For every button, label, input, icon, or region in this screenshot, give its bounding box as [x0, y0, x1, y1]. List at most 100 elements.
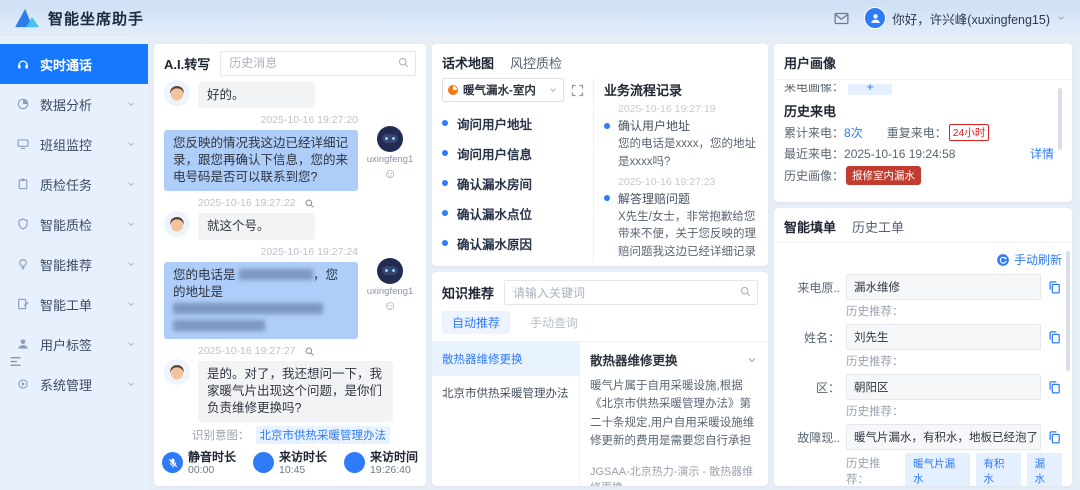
user-profile-panel: 用户画像 来电画像： + 历史来电 累计来电： 8次 重复来电： 24小时	[774, 44, 1072, 202]
smiley-icon[interactable]: ☺	[383, 299, 396, 312]
sidebar-item-智能质检[interactable]: 智能质检	[0, 204, 148, 244]
zoom-in-icon[interactable]	[304, 346, 315, 357]
smiley-icon[interactable]: ☺	[383, 167, 396, 180]
stat-label: 来访时间	[370, 450, 418, 464]
copy-icon[interactable]	[1047, 430, 1062, 445]
tab-smart-ticket[interactable]: 智能填单	[784, 217, 836, 236]
tab-ai-transcribe[interactable]: A.I.转写	[164, 54, 210, 73]
flow-record: 2025-10-16 19:27:19确认用户地址您的电话是xxxx，您的地址是…	[604, 103, 758, 172]
manual-refresh-button[interactable]: 手动刷新	[784, 251, 1062, 268]
add-portrait-button[interactable]: +	[848, 84, 892, 95]
sidebar-item-班组监控[interactable]: 班组监控	[0, 124, 148, 164]
keyword-search-input[interactable]	[504, 280, 758, 305]
stat-label: 来访时长	[279, 450, 327, 464]
sidebar-item-智能工单[interactable]: 智能工单	[0, 284, 148, 324]
call-stats: 静音时长00:00来访时长10:45来访时间19:26:40	[154, 444, 426, 486]
message-bubble: 是的。对了，我还想问一下，我家暖气片出现这个问题，是你们负责维修更换吗?	[198, 361, 393, 422]
stat-value: 00:00	[188, 464, 236, 477]
intent-row: 识别意图： 北京市供热采暖管理办法	[154, 426, 426, 444]
mail-icon[interactable]	[833, 10, 850, 27]
knowledge-item[interactable]: 北京市供热采暖管理办法	[432, 376, 579, 410]
message-bubble: 就这个号。	[198, 213, 315, 240]
script-step[interactable]: 确认漏水房间	[442, 168, 585, 198]
sidebar-collapse-icon[interactable]	[8, 354, 23, 369]
field-label: 来电原..	[784, 279, 840, 296]
script-step[interactable]: 询问用户信息	[442, 138, 585, 168]
tab-script-map[interactable]: 话术地图	[442, 53, 494, 72]
stat-value: 19:26:40	[370, 464, 418, 477]
scrollbar[interactable]	[1066, 251, 1070, 371]
message-time: 2025-10-16 19:27:24	[261, 246, 359, 258]
sidebar-item-数据分析[interactable]: 数据分析	[0, 84, 148, 124]
tab-auto-recommend[interactable]: 自动推荐	[442, 311, 510, 334]
sidebar-item-系统管理[interactable]: 系统管理	[0, 364, 148, 404]
knowledge-item[interactable]: 散热器维修更换	[432, 342, 579, 376]
script-step[interactable]: 确认漏水原因	[442, 228, 585, 258]
clipboard-icon	[16, 177, 30, 191]
bulb-icon	[16, 257, 30, 271]
field-input[interactable]: 漏水维修	[846, 274, 1041, 300]
scenario-select[interactable]: 暖气漏水-室内	[442, 78, 564, 102]
smart-ticket-panel: 智能填单 历史工单 手动刷新 来电原..漏水维修历史推荐：姓名：刘先生历史推荐：…	[774, 208, 1072, 486]
chat-message: 2025-10-16 19:27:18好的。	[164, 80, 416, 108]
flow-records: 2025-10-16 19:27:19确认用户地址您的电话是xxxx，您的地址是…	[604, 103, 758, 262]
message-time: 2025-10-16 19:27:27	[198, 345, 296, 357]
sidebar-item-智能推荐[interactable]: 智能推荐	[0, 244, 148, 284]
agent-name: uxingfeng1	[367, 286, 413, 297]
record-time: 2025-10-16 19:27:19	[604, 103, 758, 115]
search-icon[interactable]	[397, 56, 410, 74]
history-tag[interactable]: 暖气片漏水	[905, 453, 969, 486]
sidebar-nav: 实时通话数据分析班组监控质检任务智能质检智能推荐智能工单用户标签系统管理	[0, 44, 148, 404]
script-step[interactable]: 确认漏水点位	[442, 198, 585, 228]
message-bubble: 您反映的情况我这边已经详细记录，跟您再确认下信息，您的来电号码是否可以联系到您?	[164, 130, 358, 191]
scenario-status-icon	[448, 85, 458, 95]
doc-edit-icon	[16, 297, 30, 311]
agent-bot-avatar	[377, 126, 403, 152]
field-input[interactable]: 朝阳区	[846, 374, 1041, 400]
chat-message: 2025-10-16 19:27:27 是的。对了，我还想问一下，我家暖气片出现这…	[164, 343, 416, 422]
history-search-input[interactable]	[220, 51, 416, 76]
sidebar-item-质检任务[interactable]: 质检任务	[0, 164, 148, 204]
chevron-down-icon	[548, 85, 558, 95]
shield-check-icon	[16, 217, 30, 231]
scrollbar[interactable]	[1058, 88, 1062, 150]
history-portrait-badge[interactable]: 报修室内漏水	[846, 166, 921, 185]
tab-risk-qc[interactable]: 风控质检	[510, 53, 562, 72]
field-input[interactable]: 暖气片漏水，有积水，地板已经泡了	[846, 424, 1041, 450]
record-dot-icon	[604, 195, 610, 201]
caller-avatar	[164, 211, 190, 237]
knowledge-detail-title: 散热器维修更换	[590, 350, 678, 369]
sidebar: 实时通话数据分析班组监控质检任务智能质检智能推荐智能工单用户标签系统管理	[0, 36, 148, 490]
chevron-down-icon[interactable]	[746, 354, 758, 366]
copy-icon[interactable]	[1047, 380, 1062, 395]
copy-icon[interactable]	[1047, 330, 1062, 345]
expand-icon[interactable]	[570, 83, 585, 98]
search-icon[interactable]	[739, 285, 752, 303]
intent-link[interactable]: 北京市供热采暖管理办法	[256, 426, 391, 444]
sidebar-item-label: 智能工单	[40, 295, 126, 314]
record-dot-icon	[604, 123, 610, 129]
caller-avatar	[164, 359, 190, 385]
tab-history-ticket[interactable]: 历史工单	[852, 217, 904, 236]
copy-icon[interactable]	[1047, 280, 1062, 295]
detail-link[interactable]: 详情	[1030, 145, 1054, 162]
sidebar-item-实时通话[interactable]: 实时通话	[0, 44, 148, 84]
script-steps: 询问用户地址询问用户信息确认漏水房间确认漏水点位确认漏水原因	[442, 108, 585, 258]
script-step[interactable]: 询问用户地址	[442, 108, 585, 138]
history-tag[interactable]: 漏水	[1027, 453, 1062, 486]
chevron-down-icon	[126, 179, 136, 189]
field-input[interactable]: 刘先生	[846, 324, 1041, 350]
step-dot-icon	[442, 210, 448, 216]
user-menu[interactable]: 你好，许兴峰(xuxingfeng15)	[864, 7, 1066, 29]
record-title: 确认用户地址	[618, 117, 690, 134]
field-history-row: 历史推荐：	[846, 403, 1062, 419]
history-tag[interactable]: 有积水	[976, 453, 1021, 486]
chevron-down-icon	[126, 139, 136, 149]
agent-bot-avatar	[377, 258, 403, 284]
ticket-field: 区：朝阳区	[784, 374, 1062, 400]
step-label: 确认漏水房间	[457, 174, 532, 193]
record-title: 解答理赔问题	[618, 190, 690, 207]
tab-manual-query[interactable]: 手动查询	[520, 311, 588, 334]
logo-mountain-icon	[14, 7, 40, 29]
zoom-in-icon[interactable]	[304, 198, 315, 209]
